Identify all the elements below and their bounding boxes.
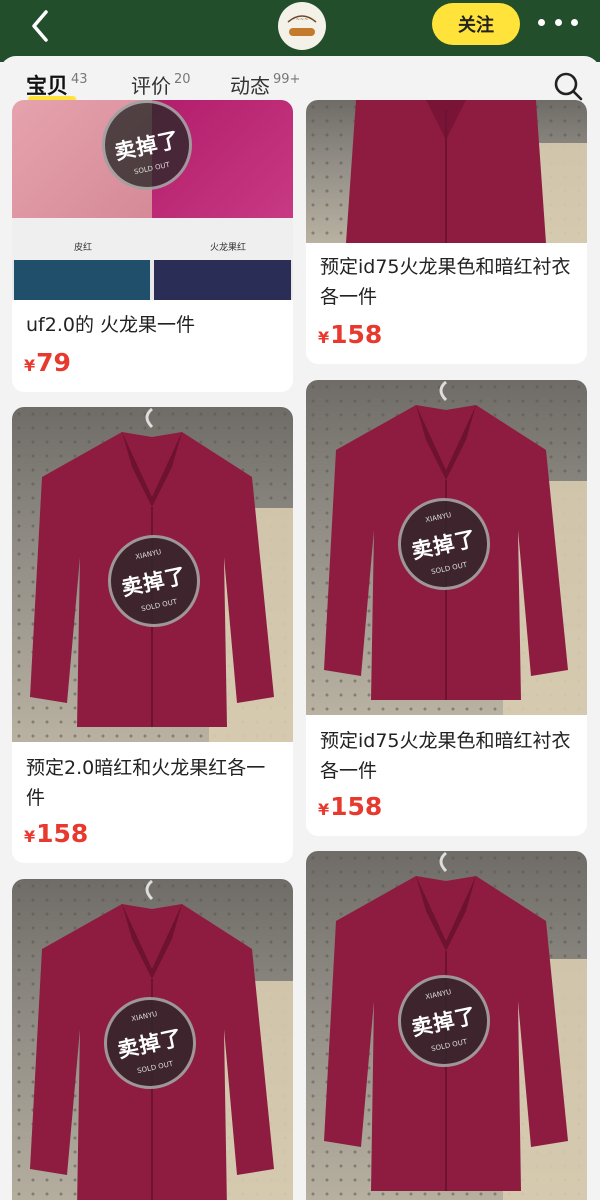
swatch-label: 火龙果红 [210, 243, 247, 253]
product-price: ¥158 [318, 792, 382, 821]
product-image: XIANYU 卖掉了 SOLD OUT [306, 851, 587, 1200]
stamp-top: XIANYU [424, 987, 453, 1002]
currency-symbol: ¥ [24, 356, 36, 375]
product-card[interactable]: 皮红 火龙果红 卖掉了 SOLD OUT uf2.0的 火龙果一件 ¥79 [12, 100, 293, 392]
product-card[interactable]: 预定id75火龙果色和暗红衬衣各一件 ¥158 [306, 100, 587, 364]
ellipsis-icon [538, 18, 545, 26]
tab-count: 43 [71, 72, 88, 87]
stamp-sub: SOLD OUT [430, 1037, 468, 1054]
stamp-sub: SOLD OUT [133, 160, 171, 177]
stamp-sub: SOLD OUT [140, 597, 178, 614]
follow-button[interactable]: 关注 [432, 3, 520, 45]
product-price: ¥79 [24, 348, 71, 377]
price-value: 158 [330, 792, 383, 821]
tab-activity[interactable]: 动态 99+ [230, 70, 300, 99]
currency-symbol: ¥ [318, 800, 330, 819]
stamp-top: XIANYU [134, 547, 163, 562]
swatch-label: 皮红 [74, 243, 93, 253]
top-bar: ~~~ 关注 [0, 0, 600, 62]
tab-count: 99+ [273, 72, 301, 87]
search-button[interactable] [552, 70, 584, 102]
product-title: uf2.0的 火龙果一件 [26, 314, 195, 336]
product-title: 预定id75火龙果色和暗红衬衣各一件 [320, 256, 571, 308]
tab-label: 动态 [230, 74, 270, 98]
search-icon [554, 72, 583, 101]
product-card[interactable]: XIANYU 卖掉了 SOLD OUT 预定2.0暗红和火龙果红各一件 ¥158 [12, 407, 293, 863]
price-value: 158 [36, 819, 89, 848]
svg-text:~~~: ~~~ [296, 17, 309, 23]
more-button[interactable] [538, 10, 578, 34]
price-value: 79 [36, 348, 71, 377]
product-image: XIANYU 卖掉了 SOLD OUT [306, 380, 587, 715]
stamp-text: 卖掉了 [409, 526, 479, 564]
tab-count: 20 [174, 72, 191, 87]
back-button[interactable] [22, 6, 62, 46]
product-image: 皮红 火龙果红 卖掉了 SOLD OUT [12, 100, 293, 300]
product-image [306, 100, 587, 243]
product-title: 预定2.0暗红和火龙果红各一件 [26, 757, 266, 809]
shirt-image [346, 100, 546, 243]
product-card[interactable]: XIANYU 卖掉了 SOLD OUT [306, 851, 587, 1200]
product-image: XIANYU 卖掉了 SOLD OUT [12, 407, 293, 742]
stamp-top: XIANYU [130, 1009, 159, 1024]
price-value: 158 [330, 320, 383, 349]
currency-symbol: ¥ [318, 328, 330, 347]
stamp-text: 卖掉了 [409, 1003, 479, 1041]
tab-reviews[interactable]: 评价 20 [131, 70, 191, 99]
product-image: XIANYU 卖掉了 SOLD OUT [12, 879, 293, 1200]
product-title: 预定id75火龙果色和暗红衬衣各一件 [320, 730, 571, 782]
product-price: ¥158 [318, 320, 382, 349]
product-card[interactable]: XIANYU 卖掉了 SOLD OUT 预定id75火龙果色和暗红衬衣各一件 ¥… [306, 380, 587, 836]
stamp-sub: SOLD OUT [136, 1059, 174, 1076]
product-card[interactable]: XIANYU 卖掉了 SOLD OUT [12, 879, 293, 1200]
currency-symbol: ¥ [24, 827, 36, 846]
tab-label: 评价 [131, 74, 171, 98]
shop-avatar[interactable]: ~~~ [278, 2, 326, 50]
chevron-left-icon [32, 10, 48, 42]
stamp-text: 卖掉了 [112, 127, 182, 165]
stamp-text: 卖掉了 [119, 563, 189, 601]
shop-logo-icon: ~~~ [279, 3, 325, 49]
stamp-sub: SOLD OUT [430, 560, 468, 577]
stamp-text: 卖掉了 [115, 1025, 185, 1063]
stamp-top: XIANYU [424, 510, 453, 525]
product-price: ¥158 [24, 819, 88, 848]
